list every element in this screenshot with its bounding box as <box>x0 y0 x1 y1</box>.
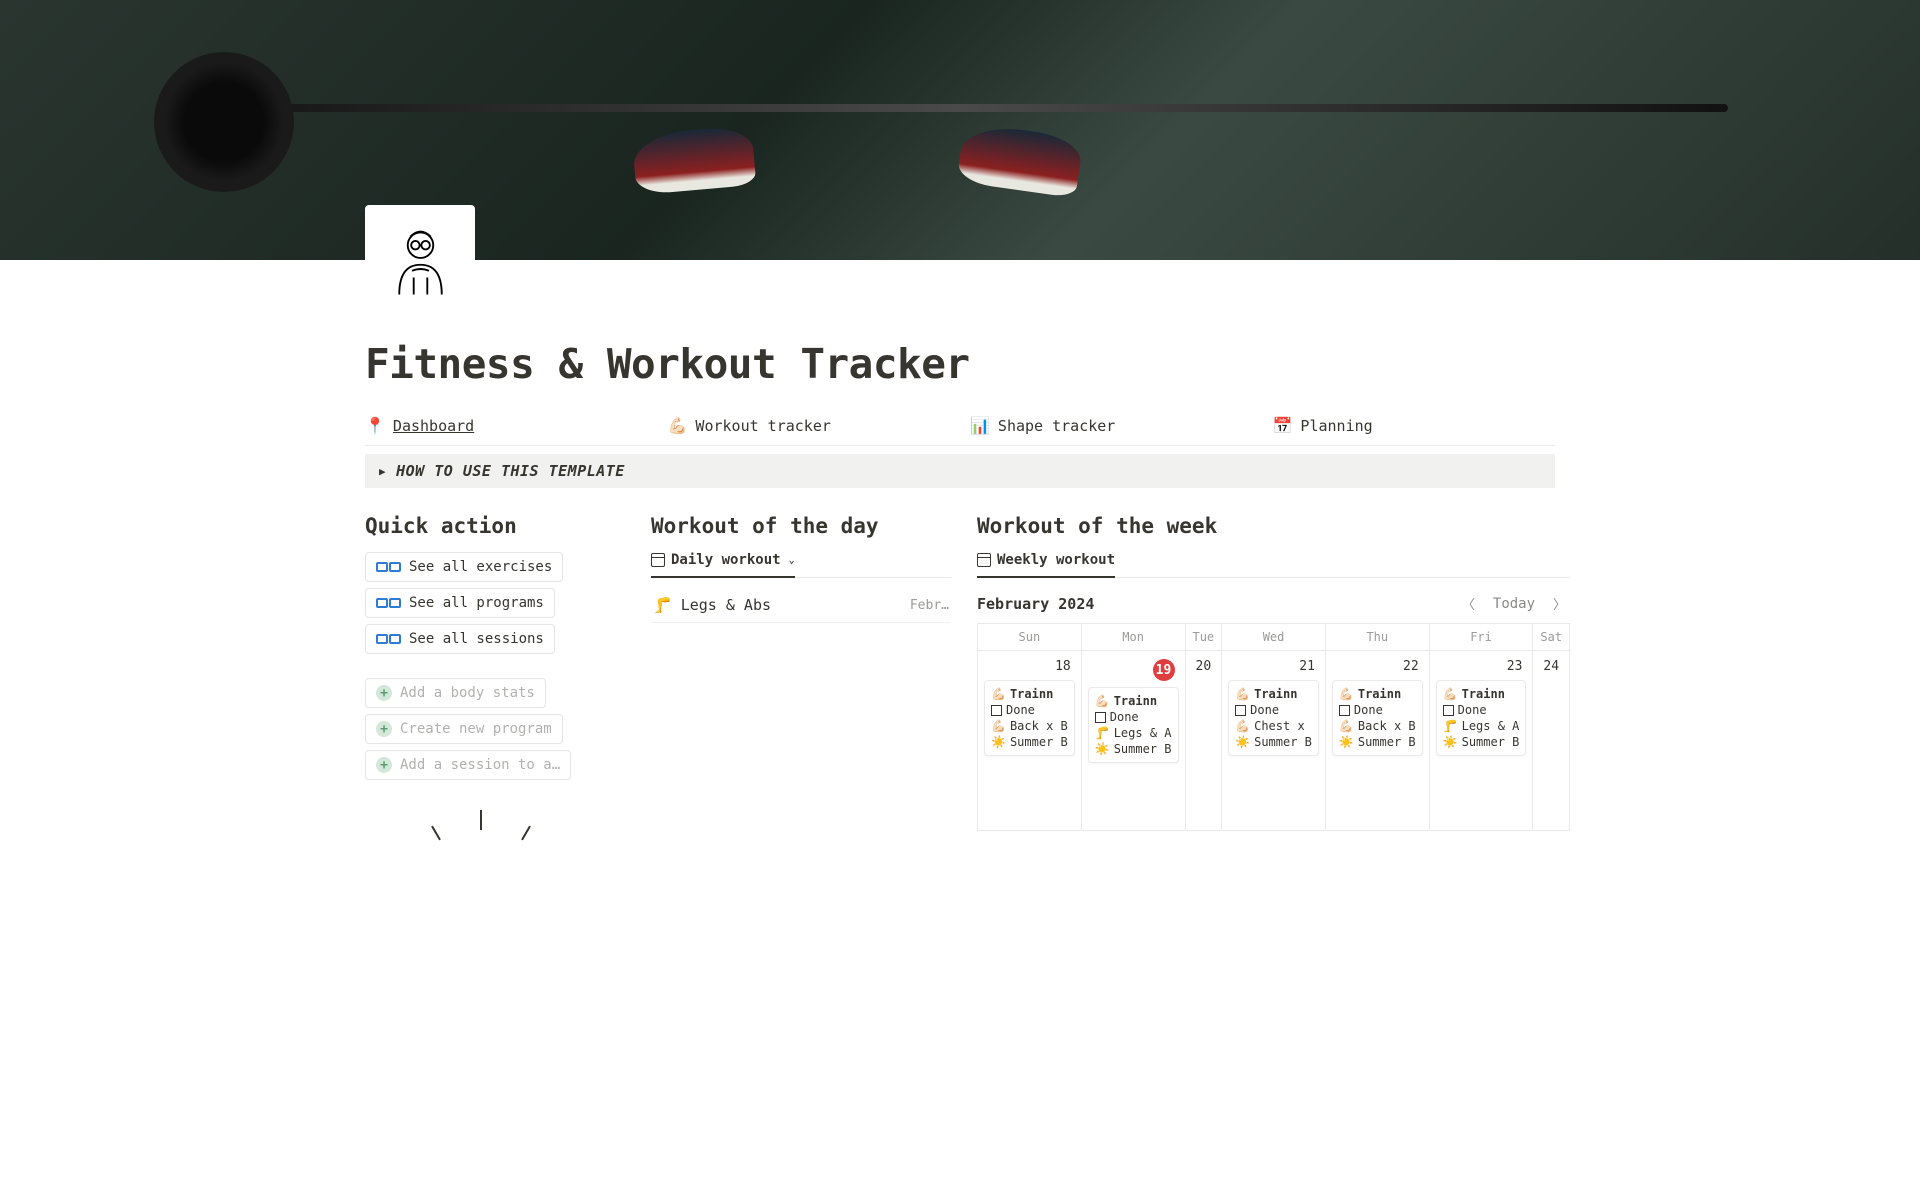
checkbox-icon[interactable] <box>1443 705 1454 716</box>
daily-workout-item[interactable]: 🦵 Legs & Abs Febr… <box>651 588 951 623</box>
toggle-icon: ▶ <box>379 465 386 478</box>
calendar-date-number: 20 <box>1192 657 1216 676</box>
quick-action-see-all-sessions[interactable]: See all sessions <box>365 624 555 654</box>
training-event-card[interactable]: 💪🏻Trainn Done 💪🏻Back x B ☀️Summer B <box>984 680 1075 756</box>
checkbox-icon[interactable] <box>991 705 1002 716</box>
calendar-month-label: February 2024 <box>977 595 1094 613</box>
daily-workout-view-tab[interactable]: Daily workout ⌄ <box>651 552 795 578</box>
checkbox-icon[interactable] <box>1095 712 1106 723</box>
calendar-date-number: 24 <box>1539 657 1563 676</box>
checkbox-icon[interactable] <box>1339 705 1350 716</box>
how-to-use-callout[interactable]: ▶ HOW TO USE THIS TEMPLATE <box>365 454 1555 488</box>
sun-icon: ☀️ <box>991 735 1006 749</box>
nav-item-dashboard[interactable]: 📍 Dashboard <box>365 416 648 435</box>
nav-links: 📍 Dashboard 💪🏻 Workout tracker 📊 Shape tracke… <box>365 416 1555 446</box>
workout-week-heading: Workout of the week <box>977 514 1570 538</box>
quick-action-add-a-body-stats[interactable]: +Add a body stats <box>365 678 546 708</box>
calendar-date-number: 18 <box>984 657 1075 676</box>
leg-icon: 🦵 <box>653 596 672 614</box>
quick-action-create-new-program[interactable]: +Create new program <box>365 714 563 744</box>
muscle-icon: 💪🏻 <box>991 687 1006 701</box>
calendar-date-number: 21 <box>1228 657 1319 676</box>
nav-icon: 📍 <box>365 416 385 435</box>
calendar-prev-button[interactable]: 〈 <box>1458 592 1479 615</box>
calendar-cell[interactable]: 18 💪🏻Trainn Done 💪🏻Back x B ☀️Summer B <box>978 651 1082 831</box>
training-event-card[interactable]: 💪🏻Trainn Done 💪🏻Chest x ☀️Summer B <box>1228 680 1319 756</box>
nav-label: Shape tracker <box>998 417 1115 435</box>
daily-item-title: Legs & Abs <box>681 596 771 614</box>
quick-action-add-a-session-to-a-[interactable]: +Add a session to a… <box>365 750 571 780</box>
nav-label: Dashboard <box>393 417 474 435</box>
plus-icon: + <box>376 757 392 773</box>
calendar-icon <box>651 553 665 567</box>
muscle-icon: 💪🏻 <box>1443 687 1458 701</box>
calendar-dow: Fri <box>1430 624 1534 651</box>
calendar-dow: Sun <box>978 624 1082 651</box>
muscle-icon: 💪🏻 <box>1339 687 1354 701</box>
calendar-date-number: 23 <box>1436 657 1527 676</box>
nav-item-workout-tracker[interactable]: 💪🏻 Workout tracker <box>668 416 951 435</box>
training-event-card[interactable]: 💪🏻Trainn Done 🦵Legs & A ☀️Summer B <box>1088 687 1179 763</box>
chevron-down-icon: ⌄ <box>789 555 795 566</box>
nav-label: Workout tracker <box>695 417 830 435</box>
calendar-dow: Tue <box>1186 624 1223 651</box>
calendar-cell[interactable]: 24 <box>1533 651 1570 831</box>
calendar-next-button[interactable]: 〉 <box>1549 592 1570 615</box>
calendar-cell[interactable]: 21 💪🏻Trainn Done 💪🏻Chest x ☀️Summer B <box>1222 651 1326 831</box>
calendar-cell[interactable]: 23 💪🏻Trainn Done 🦵Legs & A ☀️Summer B <box>1430 651 1534 831</box>
page-icon[interactable] <box>365 205 475 315</box>
glasses-icon <box>376 562 401 572</box>
glasses-icon <box>376 634 401 644</box>
calendar-dow: Mon <box>1082 624 1186 651</box>
detail-icon: 💪🏻 <box>991 719 1006 733</box>
workout-day-heading: Workout of the day <box>651 514 951 538</box>
daily-item-date: Febr… <box>910 598 949 613</box>
sun-icon: ☀️ <box>1095 742 1110 756</box>
calendar-dow: Wed <box>1222 624 1326 651</box>
workout-week-column: Workout of the week Weekly workout Febru… <box>977 514 1570 850</box>
sun-icon: ☀️ <box>1443 735 1458 749</box>
detail-icon: 💪🏻 <box>1235 719 1250 733</box>
quick-action-see-all-programs[interactable]: See all programs <box>365 588 555 618</box>
decorative-sketch <box>365 810 625 850</box>
muscle-icon: 💪🏻 <box>1235 687 1250 701</box>
calendar-cell[interactable]: 20 <box>1186 651 1223 831</box>
training-event-card[interactable]: 💪🏻Trainn Done 💪🏻Back x B ☀️Summer B <box>1332 680 1423 756</box>
quick-action-heading: Quick action <box>365 514 625 538</box>
calendar-cell[interactable]: 22 💪🏻Trainn Done 💪🏻Back x B ☀️Summer B <box>1326 651 1430 831</box>
sun-icon: ☀️ <box>1339 735 1354 749</box>
calendar-dow: Thu <box>1326 624 1430 651</box>
callout-text: HOW TO USE THIS TEMPLATE <box>396 462 625 480</box>
detail-icon: 🦵 <box>1095 726 1110 740</box>
muscle-icon: 💪🏻 <box>1095 694 1110 708</box>
detail-icon: 💪🏻 <box>1339 719 1354 733</box>
workout-day-column: Workout of the day Daily workout ⌄ 🦵 Leg… <box>651 514 951 850</box>
calendar-cell[interactable]: 19 💪🏻Trainn Done 🦵Legs & A ☀️Summer B <box>1082 651 1186 831</box>
nav-label: Planning <box>1300 417 1372 435</box>
page-title: Fitness & Workout Tracker <box>365 340 1555 388</box>
plus-icon: + <box>376 685 392 701</box>
sun-icon: ☀️ <box>1235 735 1250 749</box>
detail-icon: 🦵 <box>1443 719 1458 733</box>
training-event-card[interactable]: 💪🏻Trainn Done 🦵Legs & A ☀️Summer B <box>1436 680 1527 756</box>
nav-icon: 💪🏻 <box>668 416 688 435</box>
calendar-date-number: 22 <box>1332 657 1423 676</box>
nav-icon: 📅 <box>1273 416 1293 435</box>
quick-action-column: Quick action See all exercises See all pr… <box>365 514 625 850</box>
calendar-dow: Sat <box>1533 624 1570 651</box>
plus-icon: + <box>376 721 392 737</box>
calendar-date-number: 19 <box>1088 657 1179 683</box>
checkbox-icon[interactable] <box>1235 705 1246 716</box>
calendar-icon <box>977 553 991 567</box>
nav-icon: 📊 <box>970 416 990 435</box>
calendar-today-button[interactable]: Today <box>1493 596 1535 612</box>
cover-image <box>0 0 1920 260</box>
quick-action-see-all-exercises[interactable]: See all exercises <box>365 552 563 582</box>
nav-item-planning[interactable]: 📅 Planning <box>1273 416 1556 435</box>
nav-item-shape-tracker[interactable]: 📊 Shape tracker <box>970 416 1253 435</box>
weekly-workout-view-tab[interactable]: Weekly workout <box>977 552 1115 578</box>
glasses-icon <box>376 598 401 608</box>
